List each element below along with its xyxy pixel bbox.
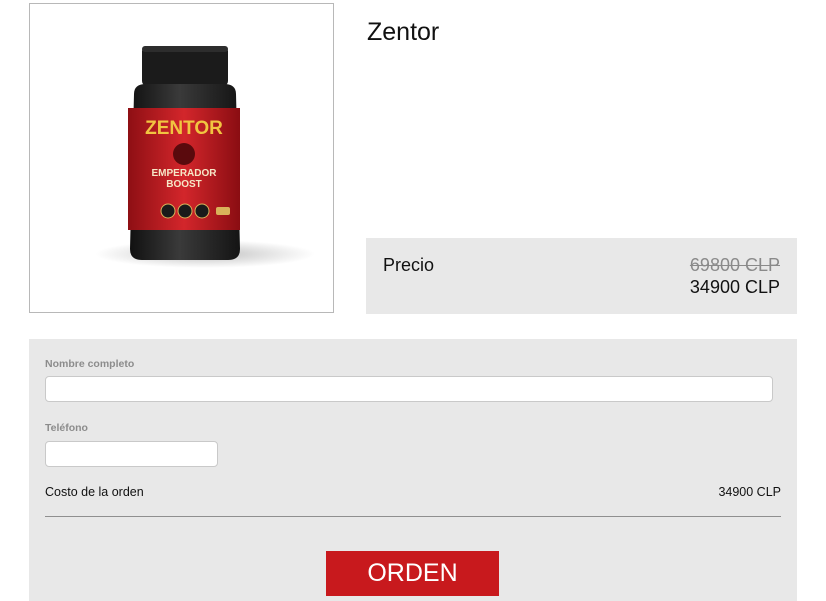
current-price: 34900 CLP — [689, 277, 780, 297]
product-image: ZENTOR EMPERADOR BOOST — [29, 3, 334, 313]
order-cost-label: Costo de la orden — [45, 485, 144, 499]
price-box: Precio 69800 CLP 34900 CLP — [366, 238, 797, 314]
order-form: Nombre completo Teléfono Costo de la ord… — [29, 339, 797, 601]
label-line1-text: EMPERADOR — [151, 168, 217, 179]
order-button[interactable]: ORDEN — [326, 551, 499, 596]
label-line2-text: BOOST — [166, 179, 202, 190]
price-label: Precio — [383, 255, 435, 275]
product-bottle-image: ZENTOR EMPERADOR BOOST — [95, 46, 315, 268]
full-name-input[interactable] — [45, 376, 773, 402]
phone-input[interactable] — [45, 441, 218, 467]
label-brand-text: ZENTOR — [145, 118, 223, 139]
phone-label: Teléfono — [45, 422, 88, 434]
old-price: 69800 CLP — [689, 255, 780, 275]
full-name-label: Nombre completo — [45, 358, 135, 370]
divider — [45, 516, 781, 517]
order-cost-value: 34900 CLP — [718, 485, 781, 499]
product-title: Zentor — [367, 18, 440, 46]
